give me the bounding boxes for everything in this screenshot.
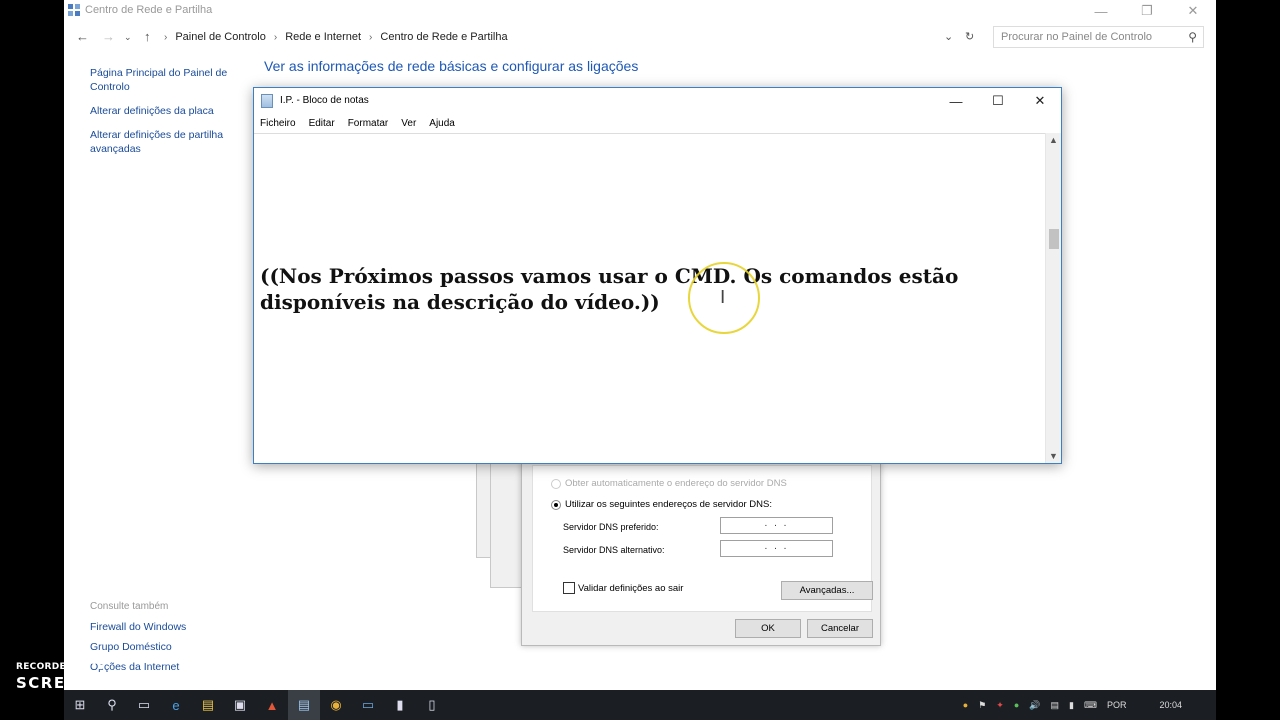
language-indicator[interactable]: POR: [1107, 700, 1127, 710]
up-arrow-icon[interactable]: ↑: [144, 29, 151, 44]
notepad-close-button[interactable]: ✕: [1019, 88, 1061, 114]
alternate-dns-row: Servidor DNS alternativo:: [563, 545, 665, 555]
refresh-icon[interactable]: ↻: [965, 30, 974, 43]
see-also-heading: Consulte também: [90, 601, 169, 612]
validate-label: Validar definições ao sair: [578, 582, 684, 594]
address-dropdown-icon[interactable]: ⌄: [944, 30, 953, 43]
recent-chevron-icon[interactable]: ⌄: [124, 32, 132, 43]
watermark-line1: RECORDED WITH: [16, 662, 106, 672]
terminal-icon[interactable]: ▯: [416, 690, 448, 720]
cmd-icon[interactable]: ▮: [384, 690, 416, 720]
dns-manual-label: Utilizar os seguintes endereços de servi…: [565, 499, 772, 510]
radio-selected-icon: [551, 499, 561, 510]
breadcrumb-network-sharing[interactable]: Centro de Rede e Partilha: [380, 31, 507, 43]
search-icon: ⚲: [1188, 30, 1197, 44]
tray-keyboard-icon[interactable]: ⌨: [1084, 700, 1097, 711]
task-view-icon[interactable]: ▭: [128, 690, 160, 720]
radio-icon: [551, 478, 561, 489]
dns-auto-label: Obter automaticamente o endereço do serv…: [565, 478, 787, 489]
network-window-icon[interactable]: ▭: [352, 690, 384, 720]
screencast-watermark: RECORDED WITH SCREENCAST-O-MATIC: [16, 662, 229, 692]
tray-volume-icon[interactable]: 🔊: [1029, 700, 1040, 711]
search-placeholder: Procurar no Painel de Controlo: [1001, 31, 1153, 43]
control-panel-icon: [68, 4, 80, 16]
dns-properties-dialog: Obter automaticamente o endereço do serv…: [521, 462, 881, 646]
preferred-dns-field[interactable]: . . .: [720, 517, 833, 534]
system-tray: ● ⚑ ✦ ● 🔊 ▤ ▮ ⌨ POR 20:04: [958, 690, 1216, 720]
address-chevron-icon: ›: [164, 31, 168, 43]
scroll-up-icon[interactable]: ▲: [1049, 135, 1058, 145]
dns-auto-option[interactable]: Obter automaticamente o endereço do serv…: [551, 478, 787, 489]
notepad-scrollbar[interactable]: ▲ ▼: [1045, 133, 1061, 463]
taskbar: ⊞ ⚲ ▭ e ▤ ▣ ▲ ▤ ◉ ▭ ▮ ▯ ● ⚑ ✦ ● 🔊 ▤ ▮ ⌨ …: [64, 690, 1216, 720]
notepad-window: I.P. - Bloco de notas — ☐ ✕ Ficheiro Edi…: [253, 87, 1062, 464]
breadcrumb-separator-icon: ›: [273, 31, 278, 43]
notepad-maximize-button[interactable]: ☐: [977, 88, 1019, 114]
menu-format[interactable]: Formatar: [348, 115, 389, 133]
validate-checkbox-row[interactable]: Validar definições ao sair: [563, 582, 683, 594]
address-bar[interactable]: › Painel de Controlo › Rede e Internet ›…: [164, 26, 1046, 48]
alternate-dns-field[interactable]: . . .: [720, 540, 833, 557]
window-title: Centro de Rede e Partilha: [85, 4, 213, 16]
menu-edit[interactable]: Editar: [309, 115, 335, 133]
chrome-icon[interactable]: ◉: [320, 690, 352, 720]
watermark-line2: SCREENCAST-O-MATIC: [16, 674, 229, 692]
page-heading: Ver as informações de rede básicas e con…: [264, 58, 639, 74]
maximize-button[interactable]: ❐: [1124, 0, 1170, 22]
preferred-dns-row: Servidor DNS preferido:: [563, 522, 659, 532]
notepad-content: ((Nos Próximos passos vamos usar o CMD. …: [260, 264, 959, 314]
store-icon[interactable]: ▣: [224, 690, 256, 720]
close-button[interactable]: ✕: [1170, 0, 1216, 22]
sidebar-link-home[interactable]: Página Principal do Painel de Controlo: [90, 66, 240, 94]
validate-checkbox[interactable]: [563, 582, 575, 594]
search-taskbar-icon[interactable]: ⚲: [96, 690, 128, 720]
forward-arrow-icon[interactable]: →: [102, 29, 115, 44]
dns-manual-option[interactable]: Utilizar os seguintes endereços de servi…: [551, 499, 772, 510]
alternate-dns-label: Servidor DNS alternativo:: [563, 545, 665, 555]
control-panel-titlebar: Centro de Rede e Partilha — ❐ ✕: [64, 0, 1216, 22]
app-icon[interactable]: ▲: [256, 690, 288, 720]
see-also-homegroup[interactable]: Grupo Doméstico: [90, 641, 240, 653]
notepad-minimize-button[interactable]: —: [935, 88, 977, 114]
notepad-menubar: Ficheiro Editar Formatar Ver Ajuda: [254, 115, 1061, 133]
breadcrumb-network-internet[interactable]: Rede e Internet: [285, 31, 361, 43]
menu-help[interactable]: Ajuda: [429, 115, 455, 133]
edge-icon[interactable]: e: [160, 690, 192, 720]
breadcrumb-control-panel[interactable]: Painel de Controlo: [175, 31, 266, 43]
tray-app-icon[interactable]: ●: [963, 700, 968, 710]
tray-green-icon[interactable]: ●: [1014, 700, 1019, 710]
sidebar-link-adapter-settings[interactable]: Alterar definições da placa: [90, 104, 240, 118]
sidebar-link-sharing-settings[interactable]: Alterar definições de partilha avançadas: [90, 128, 240, 156]
start-icon[interactable]: ⊞: [64, 690, 96, 720]
menu-view[interactable]: Ver: [401, 115, 416, 133]
text-cursor-icon: I: [720, 287, 726, 308]
sidebar: Página Principal do Painel de Controlo A…: [90, 66, 240, 166]
dns-group-box: Obter automaticamente o endereço do serv…: [532, 465, 873, 612]
notepad-icon: [261, 94, 273, 108]
tray-flag-icon[interactable]: ⚑: [978, 700, 986, 711]
clock[interactable]: 20:04: [1159, 700, 1182, 710]
notepad-titlebar[interactable]: I.P. - Bloco de notas — ☐ ✕: [254, 88, 1061, 114]
preferred-dns-label: Servidor DNS preferido:: [563, 522, 659, 532]
see-also-firewall[interactable]: Firewall do Windows: [90, 621, 240, 633]
address-bar-row: ← → ⌄ ↑ › Painel de Controlo › Rede e In…: [64, 24, 1216, 50]
search-input[interactable]: Procurar no Painel de Controlo ⚲: [993, 26, 1204, 48]
notepad-title: I.P. - Bloco de notas: [280, 95, 369, 106]
ok-button[interactable]: OK: [735, 619, 801, 638]
scroll-thumb[interactable]: [1049, 229, 1059, 249]
minimize-button[interactable]: —: [1078, 0, 1124, 22]
file-explorer-icon[interactable]: ▤: [192, 690, 224, 720]
menu-file[interactable]: Ficheiro: [260, 115, 296, 133]
back-arrow-icon[interactable]: ←: [76, 29, 89, 44]
advanced-button[interactable]: Avançadas...: [781, 581, 873, 600]
scroll-down-icon[interactable]: ▼: [1049, 451, 1058, 461]
tray-network-icon[interactable]: ▤: [1050, 700, 1059, 711]
tray-security-icon[interactable]: ✦: [996, 700, 1004, 711]
breadcrumb-separator-icon: ›: [369, 31, 373, 43]
tray-battery-icon[interactable]: ▮: [1069, 700, 1074, 711]
notepad-taskbar-icon[interactable]: ▤: [288, 690, 320, 720]
cancel-button[interactable]: Cancelar: [807, 619, 873, 638]
notepad-text-area[interactable]: ((Nos Próximos passos vamos usar o CMD. …: [254, 133, 1046, 463]
